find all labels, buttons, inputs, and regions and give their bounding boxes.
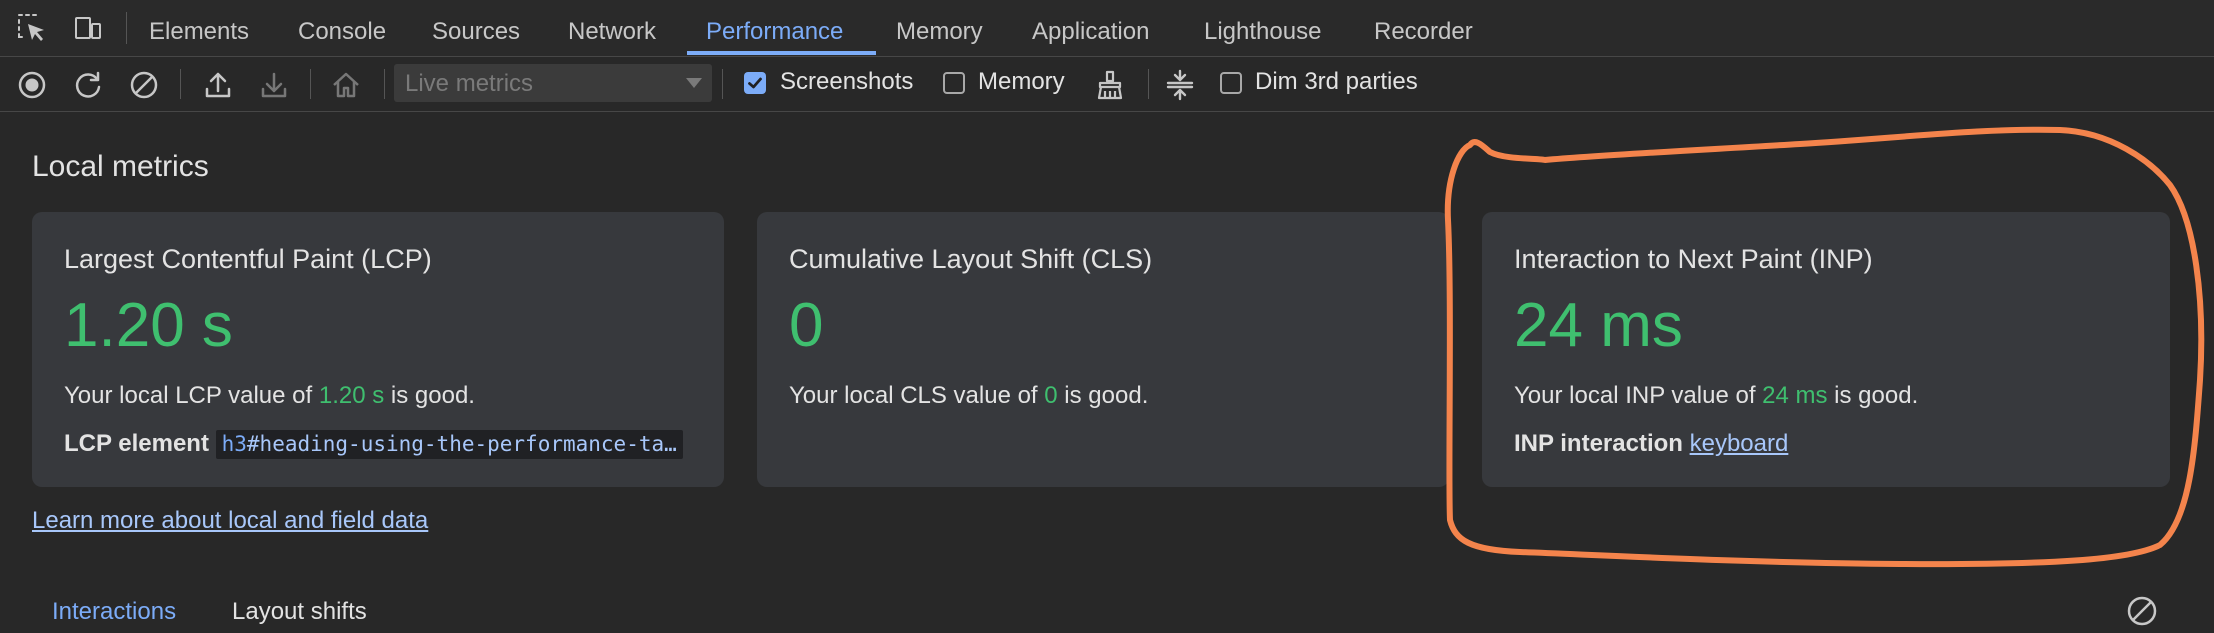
cls-desc-prefix: Your local CLS value of: [789, 382, 1045, 409]
inp-card: Interaction to Next Paint (INP) 24 ms Yo…: [1482, 212, 2170, 487]
lcp-desc-prefix: Your local LCP value of: [64, 382, 319, 409]
lcp-element-node[interactable]: h3#heading-using-the-performance-ta…: [215, 430, 683, 459]
learn-more-link[interactable]: Learn more about local and field data: [32, 507, 428, 535]
dim-3rd-parties-label[interactable]: Dim 3rd parties: [1255, 68, 1418, 96]
inp-interaction-link[interactable]: keyboard: [1690, 430, 1789, 457]
record-icon[interactable]: [16, 69, 48, 101]
lcp-desc-value: 1.20 s: [318, 382, 385, 409]
tab-layout-shifts[interactable]: Layout shifts: [232, 598, 367, 626]
lcp-element-tag: h3: [221, 432, 247, 456]
lcp-element-row: LCP element h3#heading-using-the-perform…: [64, 430, 683, 459]
lcp-desc-suffix: is good.: [384, 382, 475, 409]
active-tab-indicator: [687, 51, 876, 55]
upload-icon[interactable]: [202, 69, 234, 101]
collapse-icon[interactable]: [1164, 69, 1196, 101]
inp-description: Your local INP value of 24 ms is good.: [1514, 382, 1918, 410]
tab-recorder[interactable]: Recorder: [1374, 0, 1473, 57]
tab-application[interactable]: Application: [1032, 0, 1149, 57]
cls-desc-suffix: is good.: [1057, 382, 1149, 409]
tab-lighthouse[interactable]: Lighthouse: [1204, 0, 1321, 57]
download-icon[interactable]: [258, 69, 290, 101]
lcp-description: Your local LCP value of 1.20 s is good.: [64, 382, 475, 410]
toolbar-divider: [1148, 69, 1149, 99]
inp-interaction-row: INP interaction keyboard: [1514, 430, 1788, 458]
tabbar-divider: [126, 12, 127, 44]
screenshots-checkbox[interactable]: [744, 72, 766, 94]
toolbar-divider: [310, 69, 311, 99]
cls-title: Cumulative Layout Shift (CLS): [789, 244, 1153, 274]
inp-value: 24 ms: [1514, 291, 1683, 360]
performance-toolbar: Live metrics Screenshots Memory Dim 3rd …: [0, 57, 2214, 112]
cls-value: 0: [789, 291, 824, 360]
home-icon[interactable]: [330, 69, 362, 101]
recording-mode-select[interactable]: Live metrics: [394, 64, 712, 102]
cls-description: Your local CLS value of 0 is good.: [789, 382, 1148, 410]
clear-log-icon[interactable]: [2125, 594, 2159, 628]
reload-icon[interactable]: [72, 69, 104, 101]
dim-3rd-parties-checkbox[interactable]: [1220, 72, 1242, 94]
tab-sources[interactable]: Sources: [432, 0, 520, 57]
toolbar-divider: [180, 69, 181, 99]
lcp-title: Largest Contentful Paint (LCP): [64, 244, 432, 274]
lcp-card: Largest Contentful Paint (LCP) 1.20 s Yo…: [32, 212, 724, 487]
cls-card: Cumulative Layout Shift (CLS) 0 Your loc…: [757, 212, 1449, 487]
inp-title: Interaction to Next Paint (INP): [1514, 244, 1873, 274]
tab-elements[interactable]: Elements: [149, 0, 249, 57]
inp-desc-value: 24 ms: [1762, 382, 1828, 409]
lcp-element-label: LCP element: [64, 430, 209, 457]
toolbar-divider: [722, 69, 723, 99]
inp-interaction-label: INP interaction: [1514, 430, 1683, 457]
chevron-down-icon: [686, 78, 702, 88]
screenshots-label[interactable]: Screenshots: [780, 68, 913, 96]
memory-label[interactable]: Memory: [978, 68, 1065, 96]
device-toolbar-icon[interactable]: [72, 12, 104, 44]
select-element-icon[interactable]: [16, 12, 48, 44]
devtools-tab-bar: Elements Console Sources Network Perform…: [0, 0, 2214, 57]
tab-memory[interactable]: Memory: [896, 0, 983, 57]
inp-desc-suffix: is good.: [1827, 382, 1919, 409]
section-title: Local metrics: [32, 150, 209, 183]
clear-icon[interactable]: [128, 69, 160, 101]
inp-desc-prefix: Your local INP value of: [1514, 382, 1763, 409]
tab-network[interactable]: Network: [568, 0, 656, 57]
lcp-element-selector: #heading-using-the-performance-ta…: [246, 432, 677, 456]
collect-garbage-icon[interactable]: [1094, 69, 1126, 101]
toolbar-divider: [384, 69, 385, 99]
cls-desc-value: 0: [1044, 382, 1058, 409]
memory-checkbox[interactable]: [943, 72, 965, 94]
recording-mode-value: Live metrics: [405, 70, 534, 97]
tab-performance[interactable]: Performance: [706, 0, 843, 57]
tab-console[interactable]: Console: [298, 0, 386, 57]
tab-interactions[interactable]: Interactions: [52, 598, 176, 626]
lcp-value: 1.20 s: [64, 291, 233, 360]
